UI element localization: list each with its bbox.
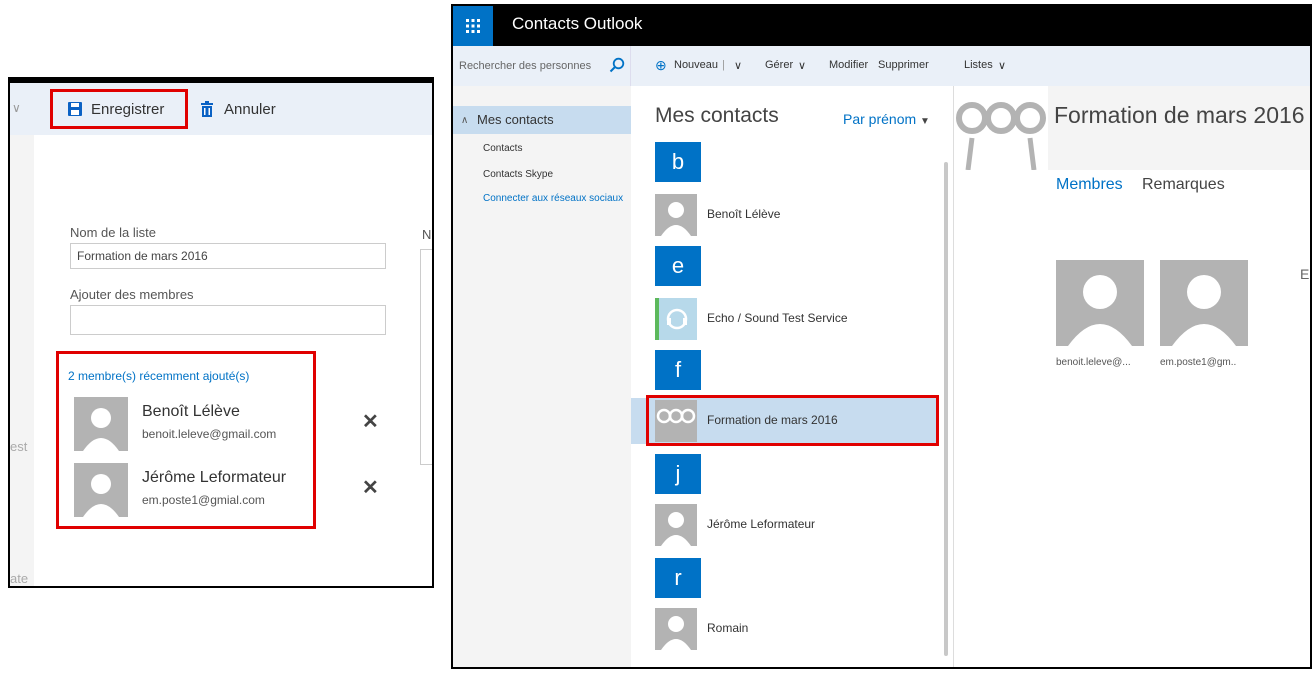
person-avatar-icon xyxy=(655,608,697,650)
contact-row[interactable]: Echo / Sound Test Service xyxy=(631,296,937,342)
group-avatar-icon xyxy=(954,86,1048,170)
member-email: benoit.leleve@... xyxy=(1056,357,1131,368)
edit-button[interactable]: Modifier xyxy=(829,59,868,71)
waffle-icon xyxy=(466,19,480,33)
folder-pane: ∧ Mes contacts Contacts Contacts Skype C… xyxy=(453,86,631,667)
chevron-down-icon: ∨ xyxy=(998,60,1007,72)
nav-contacts[interactable]: Contacts xyxy=(483,143,522,154)
edit-toolbar: ∨ Enregistrer Annuler xyxy=(10,83,432,135)
remove-member-icon[interactable]: ✕ xyxy=(362,409,379,434)
contact-row[interactable]: Jérôme Leformateur xyxy=(631,502,937,548)
list-name-input[interactable] xyxy=(70,243,386,269)
contact-detail-pane: Formation de mars 2016 Membres Remarques… xyxy=(953,86,1310,667)
trash-icon xyxy=(201,101,213,117)
search-people-box[interactable]: Rechercher des personnes xyxy=(453,46,631,86)
list-name-label: Nom de la liste xyxy=(70,225,156,240)
member-item: Benoît Lélève benoit.leleve@gmail.com ✕ xyxy=(74,397,379,451)
contact-name: Benoît Lélève xyxy=(707,207,781,221)
cancel-label: Annuler xyxy=(224,100,276,118)
clipped-text: ate xyxy=(10,571,29,586)
cancel-button[interactable]: Annuler xyxy=(196,89,276,129)
recent-members-title[interactable]: 2 membre(s) récemment ajouté(s) xyxy=(68,369,249,383)
nav-my-contacts-label: Mes contacts xyxy=(477,112,554,127)
letter-header-j: j xyxy=(655,454,701,494)
contact-row[interactable]: Benoît Lélève xyxy=(631,192,937,238)
plus-circle-icon[interactable]: ⊕ xyxy=(655,57,667,74)
person-avatar-icon xyxy=(1056,260,1144,346)
member-item: Jérôme Leformateur em.poste1@gmial.com ✕ xyxy=(74,463,379,517)
remove-member-icon[interactable]: ✕ xyxy=(362,475,379,500)
detail-title: Formation de mars 2016 xyxy=(1054,102,1305,128)
contact-name: Jérôme Leformateur xyxy=(707,517,816,531)
member-card[interactable]: em.poste1@gm.. xyxy=(1160,260,1248,368)
floppy-disk-icon xyxy=(68,102,82,116)
sort-label: Par prénom xyxy=(843,111,917,127)
add-members-input[interactable] xyxy=(70,305,386,335)
contact-row[interactable]: Romain xyxy=(631,606,937,652)
person-avatar-icon xyxy=(74,397,128,451)
person-avatar-icon xyxy=(655,194,697,236)
manage-button[interactable]: Gérer xyxy=(765,59,793,71)
person-avatar-icon xyxy=(74,463,128,517)
save-label: Enregistrer xyxy=(91,100,165,118)
member-name: Jérôme Leformateur xyxy=(142,469,287,486)
chevron-down-icon[interactable]: ∨ xyxy=(734,59,742,72)
clipped-field xyxy=(420,249,432,465)
nav-skype-contacts[interactable]: Contacts Skype xyxy=(483,169,553,180)
member-email: benoit.leleve@gmail.com xyxy=(142,427,277,441)
add-members-label: Ajouter des membres xyxy=(70,287,194,302)
member-card[interactable]: benoit.leleve@... xyxy=(1056,260,1144,368)
list-title: Mes contacts xyxy=(655,104,779,127)
sort-dropdown[interactable]: Par prénom ▼ xyxy=(843,111,930,127)
person-avatar-icon xyxy=(655,504,697,546)
clipped-text: E xyxy=(1300,266,1310,282)
search-icon[interactable] xyxy=(609,57,625,73)
person-avatar-icon xyxy=(1160,260,1248,346)
lists-button[interactable]: Listes xyxy=(964,59,993,71)
selected-contact-highlight xyxy=(646,395,939,446)
save-button[interactable]: Enregistrer xyxy=(50,89,188,129)
caret-down-icon: ▼ xyxy=(920,116,930,127)
chevron-down-icon: ∨ xyxy=(798,60,807,72)
clipped-text: est xyxy=(10,439,28,454)
letter-header-e: e xyxy=(655,246,701,286)
contact-list: Mes contacts Par prénom ▼ b Benoît Lélèv… xyxy=(631,86,953,667)
tab-notes[interactable]: Remarques xyxy=(1142,176,1225,194)
contact-name: Echo / Sound Test Service xyxy=(707,311,848,325)
title-bar: Contacts Outlook xyxy=(453,6,1310,46)
search-placeholder: Rechercher des personnes xyxy=(459,60,592,72)
outlook-contacts-window: Contacts Outlook Rechercher des personne… xyxy=(451,4,1312,669)
scrollbar[interactable] xyxy=(944,162,948,656)
headset-avatar-icon xyxy=(655,298,697,340)
edit-list-panel: ∨ Enregistrer Annuler est ate Nom de la … xyxy=(8,77,434,588)
detail-header: Formation de mars 2016 xyxy=(954,86,1310,170)
left-gutter xyxy=(10,135,34,586)
tab-members[interactable]: Membres xyxy=(1056,176,1123,194)
app-launcher-icon[interactable] xyxy=(453,6,493,46)
member-email: em.poste1@gm.. xyxy=(1160,357,1237,368)
member-email: em.poste1@gmial.com xyxy=(142,493,265,507)
separator: | xyxy=(722,59,725,71)
letter-header-b: b xyxy=(655,142,701,182)
contact-name: Romain xyxy=(707,621,749,635)
member-name: Benoît Lélève xyxy=(142,403,240,420)
new-button[interactable]: Nouveau xyxy=(674,59,718,71)
app-title: Contacts Outlook xyxy=(512,14,643,33)
chevron-up-icon: ∧ xyxy=(461,115,469,126)
delete-button[interactable]: Supprimer xyxy=(878,59,929,71)
letter-header-f: f xyxy=(655,350,701,390)
letter-header-r: r xyxy=(655,558,701,598)
clipped-label: N xyxy=(422,227,432,242)
chevron-down-icon[interactable]: ∨ xyxy=(12,101,21,115)
connect-social-link[interactable]: Connecter aux réseaux sociaux xyxy=(483,193,623,204)
nav-my-contacts[interactable]: ∧ Mes contacts xyxy=(453,106,631,134)
